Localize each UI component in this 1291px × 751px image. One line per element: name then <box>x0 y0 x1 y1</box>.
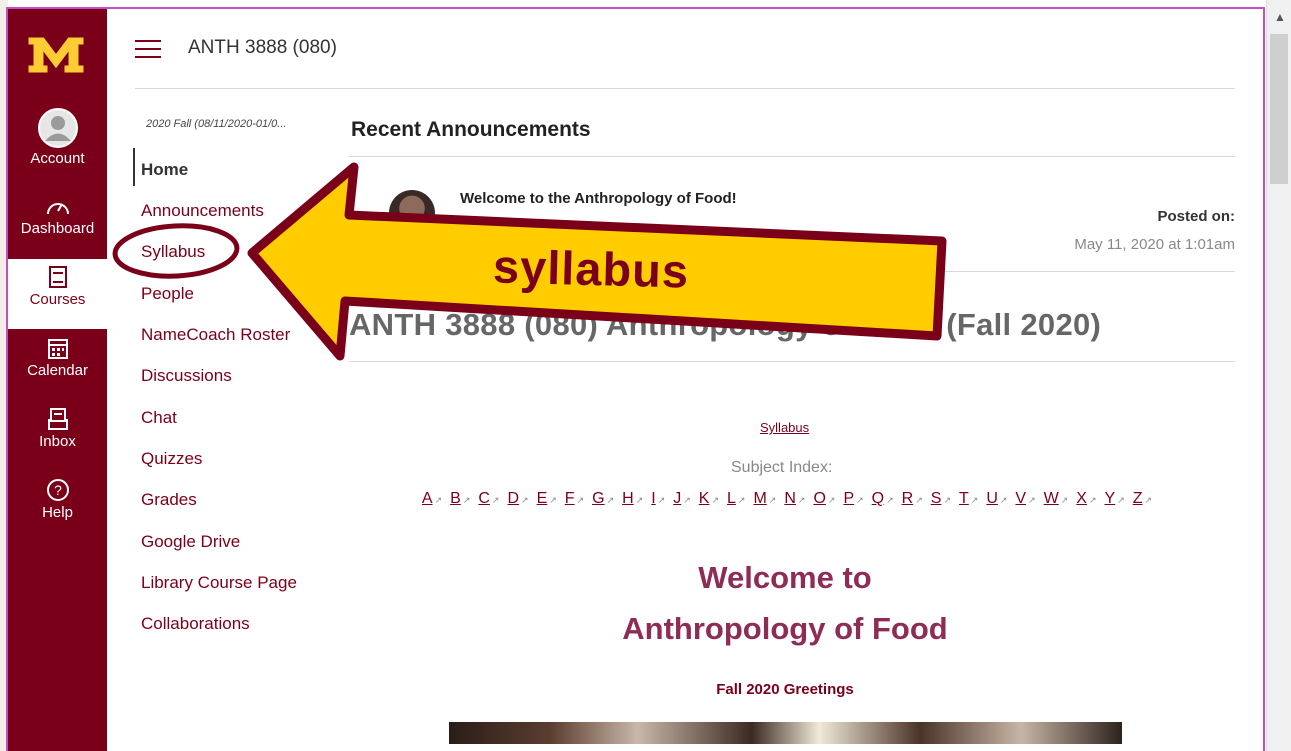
nav-dashboard-label: Dashboard <box>20 220 95 237</box>
announcement-title[interactable]: Welcome to the Anthropology of Food! <box>460 190 737 207</box>
welcome-photo <box>449 722 1122 744</box>
scroll-up-arrow-icon[interactable]: ▲ <box>1274 10 1286 24</box>
course-nav-home[interactable]: Home <box>141 160 188 180</box>
nav-inbox-label: Inbox <box>39 433 76 450</box>
subject-letter-t[interactable]: T <box>959 486 978 513</box>
inbox-icon <box>47 408 68 430</box>
subject-letter-l[interactable]: L <box>727 486 745 513</box>
hamburger-menu-icon[interactable] <box>135 40 161 58</box>
subject-letter-y[interactable]: Y <box>1105 486 1125 513</box>
subject-letter-u[interactable]: U <box>986 486 1007 513</box>
courses-icon <box>48 266 67 288</box>
divider <box>349 156 1235 157</box>
course-term: 2020 Fall (08/11/2020-01/0... <box>146 118 287 130</box>
announcement-author-avatar[interactable] <box>389 190 435 236</box>
nav-inbox[interactable]: Inbox <box>8 407 107 469</box>
subject-letter-w[interactable]: W <box>1044 486 1069 513</box>
subject-letter-z[interactable]: Z <box>1133 486 1152 513</box>
vertical-scrollbar[interactable]: ▲ <box>1266 0 1291 751</box>
course-nav-library-course-page[interactable]: Library Course Page <box>141 573 297 593</box>
welcome-heading-line-2: Anthropology of Food <box>622 611 948 646</box>
nav-calendar-label: Calendar <box>27 362 88 379</box>
calendar-icon <box>47 339 68 359</box>
course-nav-grades[interactable]: Grades <box>141 490 197 510</box>
greetings-subheading: Fall 2020 Greetings <box>716 681 854 698</box>
subject-letter-v[interactable]: V <box>1015 486 1035 513</box>
course-nav-google-drive[interactable]: Google Drive <box>141 532 240 552</box>
course-nav-namecoach-roster[interactable]: NameCoach Roster <box>141 325 290 345</box>
posted-on-label: Posted on: <box>1157 208 1236 225</box>
course-nav-announcements[interactable]: Announcements <box>141 201 264 221</box>
course-nav-collaborations[interactable]: Collaborations <box>141 614 250 634</box>
subject-index-letters: ABCDEFGHIJKLMNOPQRSTUVWXYZ <box>367 486 1207 513</box>
syllabus-link[interactable]: Syllabus <box>760 420 809 435</box>
nav-help-label: Help <box>42 504 73 521</box>
subject-letter-e[interactable]: E <box>537 486 557 513</box>
global-navigation: Account Dashboard Courses Calendar Inbox… <box>8 9 107 751</box>
subject-letter-q[interactable]: Q <box>872 486 894 513</box>
subject-letter-p[interactable]: P <box>843 486 863 513</box>
subject-letter-b[interactable]: B <box>450 486 470 513</box>
subject-letter-c[interactable]: C <box>478 486 499 513</box>
nav-account[interactable]: Account <box>8 108 107 188</box>
posted-date: May 11, 2020 at 1:01am <box>1074 236 1235 253</box>
university-logo[interactable] <box>24 31 88 79</box>
subject-letter-m[interactable]: M <box>753 486 776 513</box>
active-indicator <box>133 148 135 186</box>
course-nav-quizzes[interactable]: Quizzes <box>141 449 202 469</box>
course-page-title: ANTH 3888 (080) Anthropology of Food (Fa… <box>349 307 1102 342</box>
header-divider <box>135 88 1235 89</box>
subject-letter-h[interactable]: H <box>622 486 643 513</box>
breadcrumb-course[interactable]: ANTH 3888 (080) <box>188 37 337 59</box>
account-avatar-icon <box>37 108 78 148</box>
nav-courses-label: Courses <box>29 291 86 308</box>
subject-letter-d[interactable]: D <box>507 486 528 513</box>
subject-letter-i[interactable]: I <box>651 486 665 513</box>
subject-letter-s[interactable]: S <box>931 486 951 513</box>
subject-index-label: Subject Index: <box>731 459 833 476</box>
recent-announcements-heading: Recent Announcements <box>351 118 591 141</box>
subject-letter-g[interactable]: G <box>592 486 614 513</box>
scrollbar-thumb[interactable] <box>1270 34 1288 184</box>
help-icon: ? <box>46 479 69 501</box>
subject-letter-a[interactable]: A <box>422 486 442 513</box>
course-nav-syllabus[interactable]: Syllabus <box>141 242 205 262</box>
arrow-callout-text: syllabus <box>492 239 690 298</box>
subject-letter-f[interactable]: F <box>565 486 584 513</box>
subject-letter-j[interactable]: J <box>673 486 691 513</box>
divider <box>349 271 1235 272</box>
course-nav-people[interactable]: People <box>141 284 194 304</box>
subject-letter-k[interactable]: K <box>699 486 719 513</box>
nav-account-label: Account <box>30 150 85 167</box>
welcome-heading-line-1: Welcome to <box>698 560 872 595</box>
divider <box>349 361 1235 362</box>
svg-text:?: ? <box>54 482 62 498</box>
dashboard-icon <box>46 203 69 215</box>
subject-letter-x[interactable]: X <box>1076 486 1096 513</box>
course-nav-chat[interactable]: Chat <box>141 408 177 428</box>
nav-dashboard[interactable]: Dashboard <box>8 196 107 258</box>
nav-help[interactable]: ? Help <box>8 478 107 540</box>
subject-letter-o[interactable]: O <box>813 486 835 513</box>
nav-calendar[interactable]: Calendar <box>8 336 107 398</box>
subject-letter-r[interactable]: R <box>902 486 923 513</box>
nav-courses[interactable]: Courses <box>8 259 107 329</box>
course-nav-discussions[interactable]: Discussions <box>141 366 232 386</box>
subject-letter-n[interactable]: N <box>784 486 805 513</box>
